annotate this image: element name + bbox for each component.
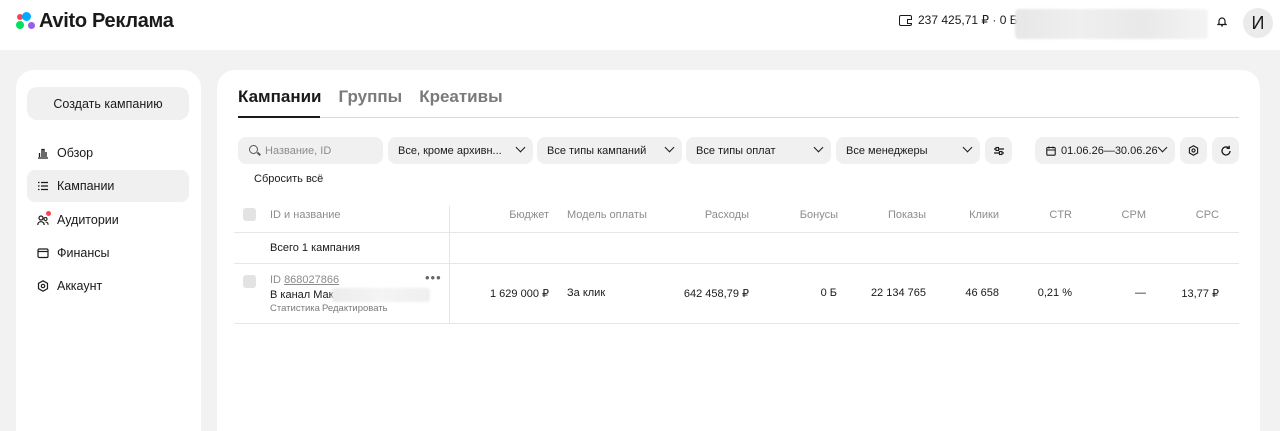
logo-text: Avito Реклама — [39, 10, 174, 32]
create-campaign-button[interactable]: Создать кампанию — [27, 87, 189, 120]
sidebar-item-label: Кампании — [57, 179, 115, 193]
tab-groups[interactable]: Группы — [339, 87, 403, 107]
sidebar-item-campaigns[interactable]: Кампании — [27, 170, 189, 202]
cell-ctr: 0,21 % — [1037, 287, 1072, 299]
total-campaigns-label: Всего 1 кампания — [270, 242, 361, 254]
cell-impressions: 22 134 765 — [870, 287, 926, 299]
sidebar-item-label: Аккаунт — [57, 279, 103, 293]
account-selector[interactable] — [1015, 9, 1208, 39]
sidebar-item-overview[interactable]: Обзор — [27, 137, 189, 169]
chevron-down-icon — [962, 142, 973, 153]
status-filter[interactable]: Все, кроме архивн... — [388, 137, 533, 164]
search-input[interactable] — [265, 144, 375, 157]
col-header-payment-model[interactable]: Модель оплаты — [567, 209, 647, 221]
col-header-bonuses[interactable]: Бонусы — [767, 209, 838, 221]
campaign-id-prefix: ID — [270, 274, 281, 286]
main-panel: Кампании Группы Креативы Все, кроме архи… — [217, 70, 1260, 431]
table-divider — [234, 323, 1239, 324]
users-icon — [37, 211, 51, 226]
refresh-button[interactable] — [1212, 137, 1239, 164]
cell-clicks: 46 658 — [965, 287, 999, 299]
search-field[interactable] — [238, 137, 383, 164]
cell-cpc: 13,77 ₽ — [1181, 288, 1219, 300]
chevron-down-icon — [515, 142, 526, 153]
campaign-type-filter[interactable]: Все типы кампаний — [537, 137, 682, 164]
select-all-checkbox[interactable] — [243, 208, 256, 221]
wallet-icon — [37, 248, 49, 259]
sliders-icon — [993, 146, 1004, 155]
tab-creatives[interactable]: Креативы — [419, 87, 502, 107]
list-icon — [38, 181, 48, 191]
col-header-budget[interactable]: Бюджет — [477, 209, 549, 221]
sidebar-item-finance[interactable]: Финансы — [27, 237, 189, 269]
cell-cpm: — — [1135, 287, 1146, 299]
status-filter-value: Все, кроме архивн... — [398, 144, 502, 157]
col-header-cpc[interactable]: CPC — [1157, 209, 1219, 221]
redacted-name — [332, 288, 430, 302]
cell-budget: 1 629 000 ₽ — [490, 288, 549, 300]
wallet-icon — [899, 14, 912, 26]
settings-button[interactable] — [1180, 137, 1207, 164]
campaign-type-filter-value: Все типы кампаний — [547, 144, 647, 157]
payment-type-filter[interactable]: Все типы оплат — [686, 137, 831, 164]
avatar[interactable]: И — [1243, 8, 1273, 38]
refresh-icon — [1220, 145, 1231, 156]
col-header-ctr[interactable]: CTR — [1017, 209, 1072, 221]
col-header-spend[interactable]: Расходы — [657, 209, 749, 221]
manager-filter[interactable]: Все менеджеры — [836, 137, 980, 164]
date-range-filter[interactable]: 01.06.26—30.06.26 — [1035, 137, 1175, 164]
sidebar-item-label: Аудитории — [57, 213, 119, 227]
balance-widget[interactable]: 237 425,71 ₽ · 0 Б — [899, 13, 1018, 27]
cell-spend: 642 458,79 ₽ — [683, 288, 749, 300]
gear-icon — [1188, 145, 1199, 156]
reset-filters-link[interactable]: Сбросить всё — [254, 173, 323, 185]
bar-chart-icon — [38, 148, 48, 159]
sidebar-item-label: Финансы — [57, 246, 110, 260]
notification-badge — [46, 211, 51, 216]
bell-icon[interactable] — [1217, 16, 1227, 27]
avito-logo[interactable]: Avito Реклама — [16, 10, 174, 33]
avito-logo-icon — [16, 11, 36, 32]
edit-link[interactable]: Редактировать — [322, 303, 388, 314]
campaign-id: ID 868027866 — [270, 274, 339, 286]
sticky-column-divider — [449, 206, 450, 323]
chevron-down-icon — [1157, 142, 1168, 153]
balance-amount: 237 425,71 ₽ · 0 Б — [918, 13, 1018, 27]
table-divider — [234, 263, 1239, 264]
stats-link[interactable]: Статистика — [270, 303, 320, 314]
table-divider — [234, 232, 1239, 233]
row-checkbox[interactable] — [243, 275, 256, 288]
tab-bar: Кампании Группы Креативы — [238, 87, 503, 107]
more-options-icon[interactable]: ••• — [425, 270, 442, 285]
col-header-impressions[interactable]: Показы — [847, 209, 926, 221]
sidebar-item-label: Обзор — [57, 146, 94, 160]
campaign-id-link[interactable]: 868027866 — [284, 274, 339, 286]
col-header-clicks[interactable]: Клики — [937, 209, 999, 221]
campaign-name[interactable]: В канал Макс — [270, 289, 339, 301]
calendar-icon — [1046, 146, 1056, 156]
cell-payment-model: За клик — [567, 287, 606, 299]
payment-type-filter-value: Все типы оплат — [696, 144, 776, 157]
chevron-down-icon — [664, 142, 675, 153]
tab-campaigns[interactable]: Кампании — [238, 87, 322, 107]
col-header-id-name[interactable]: ID и название — [270, 209, 341, 221]
active-tab-indicator — [238, 116, 320, 118]
manager-filter-value: Все менеджеры — [846, 144, 928, 157]
sidebar-item-account[interactable]: Аккаунт — [27, 270, 189, 302]
chevron-down-icon — [813, 142, 824, 153]
cell-bonuses: 0 Б — [820, 287, 837, 299]
top-bar: Avito Реклама 237 425,71 ₽ · 0 Б И — [0, 0, 1280, 50]
sidebar: Создать кампанию Обзор Кампании Аудитори… — [16, 70, 201, 431]
date-range-value: 01.06.26—30.06.26 — [1061, 144, 1158, 157]
col-header-cpm[interactable]: CPM — [1087, 209, 1146, 221]
extra-filters-button[interactable] — [985, 137, 1012, 164]
tabs-divider — [238, 117, 1239, 118]
search-icon — [249, 145, 258, 154]
gear-icon — [37, 280, 49, 292]
sidebar-item-audiences[interactable]: Аудитории — [27, 204, 189, 236]
